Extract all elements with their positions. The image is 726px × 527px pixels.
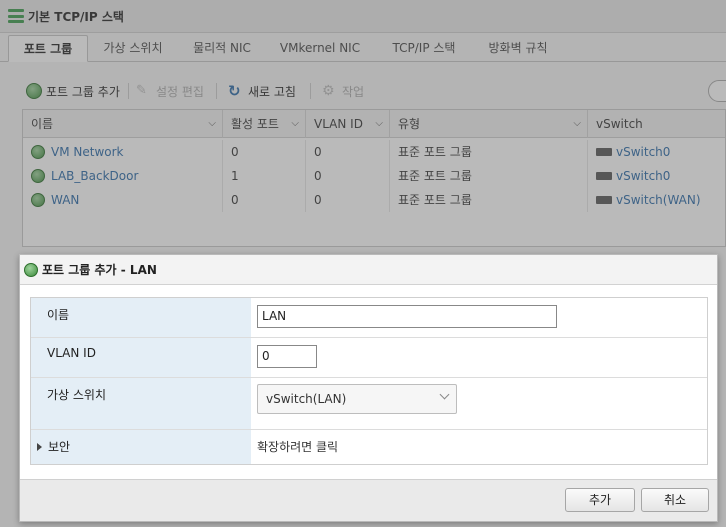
dialog-title: 포트 그룹 추가 - LAN (42, 263, 157, 277)
add-port-group-dialog: 포트 그룹 추가 - LAN 이름 LAN VLAN ID 0 가상 스위치 v… (19, 254, 718, 522)
name-label: 이름 (31, 298, 251, 337)
add-button[interactable]: 추가 (565, 488, 635, 512)
chevron-down-icon (439, 389, 450, 400)
form-row-name: 이름 LAN (31, 298, 707, 338)
security-expander[interactable]: 보안 (31, 430, 251, 464)
expand-triangle-icon (37, 443, 42, 451)
form-row-vswitch: 가상 스위치 vSwitch(LAN) (31, 378, 707, 430)
form-row-security[interactable]: 보안 확장하려면 클릭 (31, 430, 707, 464)
form-row-vlan: VLAN ID 0 (31, 338, 707, 378)
name-input[interactable]: LAN (257, 305, 557, 328)
add-port-group-icon (24, 262, 38, 277)
security-hint[interactable]: 확장하려면 클릭 (251, 430, 707, 464)
vlan-id-input[interactable]: 0 (257, 345, 317, 368)
virtual-switch-select[interactable]: vSwitch(LAN) (257, 384, 457, 414)
virtual-switch-label: 가상 스위치 (31, 378, 251, 429)
dialog-footer: 추가 취소 (20, 479, 717, 521)
port-group-form: 이름 LAN VLAN ID 0 가상 스위치 vSwitch(LAN) 보안 (30, 297, 708, 465)
vlan-id-label: VLAN ID (31, 338, 251, 377)
cancel-button[interactable]: 취소 (641, 488, 709, 512)
dialog-header: 포트 그룹 추가 - LAN (20, 255, 717, 285)
